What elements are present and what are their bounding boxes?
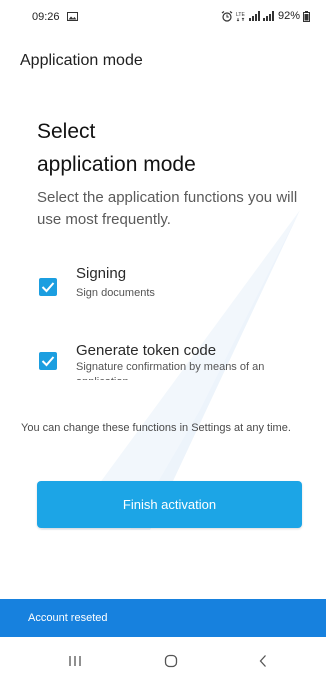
system-navigation-bar <box>0 637 326 692</box>
checkmark-icon <box>41 282 55 293</box>
heading-line-1: Select <box>37 120 96 143</box>
svg-text:LTE: LTE <box>236 12 245 18</box>
battery-percentage: 92% <box>277 10 300 22</box>
lte-icon: LTE <box>236 12 245 21</box>
signing-checkbox[interactable] <box>39 278 57 296</box>
status-indicators: LTE 92% <box>221 10 310 22</box>
status-time: 09:26 <box>32 11 60 23</box>
snackbar: Account reseted <box>0 599 326 637</box>
alarm-icon <box>221 10 233 22</box>
option-description: Sign documents <box>76 287 155 299</box>
section-subtitle: Select the application functions you wil… <box>37 189 298 228</box>
option-signing[interactable]: Signing Sign documents <box>36 262 306 314</box>
back-button[interactable] <box>248 651 278 671</box>
signal-icon <box>248 11 260 21</box>
recent-apps-icon <box>69 656 81 666</box>
home-button[interactable] <box>156 651 186 671</box>
option-title: Generate token code <box>76 342 217 359</box>
settings-note: You can change these functions in Settin… <box>21 422 291 434</box>
page-title: Application mode <box>20 52 143 69</box>
gallery-notification-icon <box>67 12 78 21</box>
snackbar-message: Account reseted <box>28 612 108 624</box>
heading-line-2: application mode <box>37 153 196 176</box>
section-heading: Select application mode <box>37 115 297 181</box>
finish-activation-button[interactable]: Finish activation <box>37 481 302 528</box>
signal-icon-2 <box>262 11 274 21</box>
option-generate-token[interactable]: Generate token code Signature confirmati… <box>36 340 306 380</box>
option-title: Signing <box>76 265 127 282</box>
generate-token-checkbox[interactable] <box>39 352 57 370</box>
checkmark-icon <box>41 356 55 367</box>
option-description: Signature confirmation by means of an ap… <box>76 361 265 380</box>
back-icon <box>259 655 266 667</box>
battery-icon <box>303 10 310 22</box>
status-bar: 09:26 LTE 92% <box>0 0 326 30</box>
home-icon <box>164 654 178 668</box>
recent-apps-button[interactable] <box>60 651 90 671</box>
